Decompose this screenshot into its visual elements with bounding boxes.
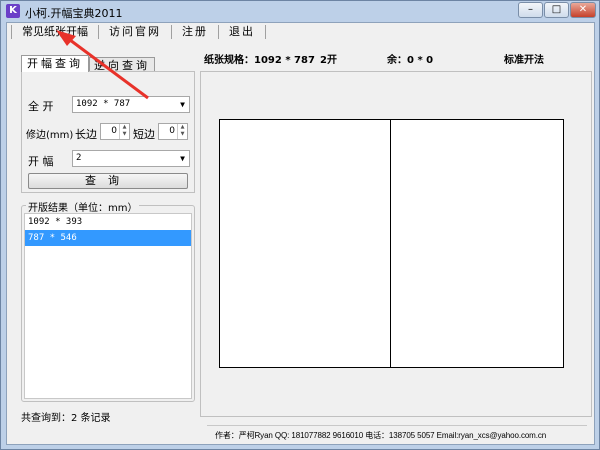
annotation-arrow-icon: [56, 30, 149, 100]
tab-cut-query[interactable]: 开幅查询: [21, 55, 89, 72]
